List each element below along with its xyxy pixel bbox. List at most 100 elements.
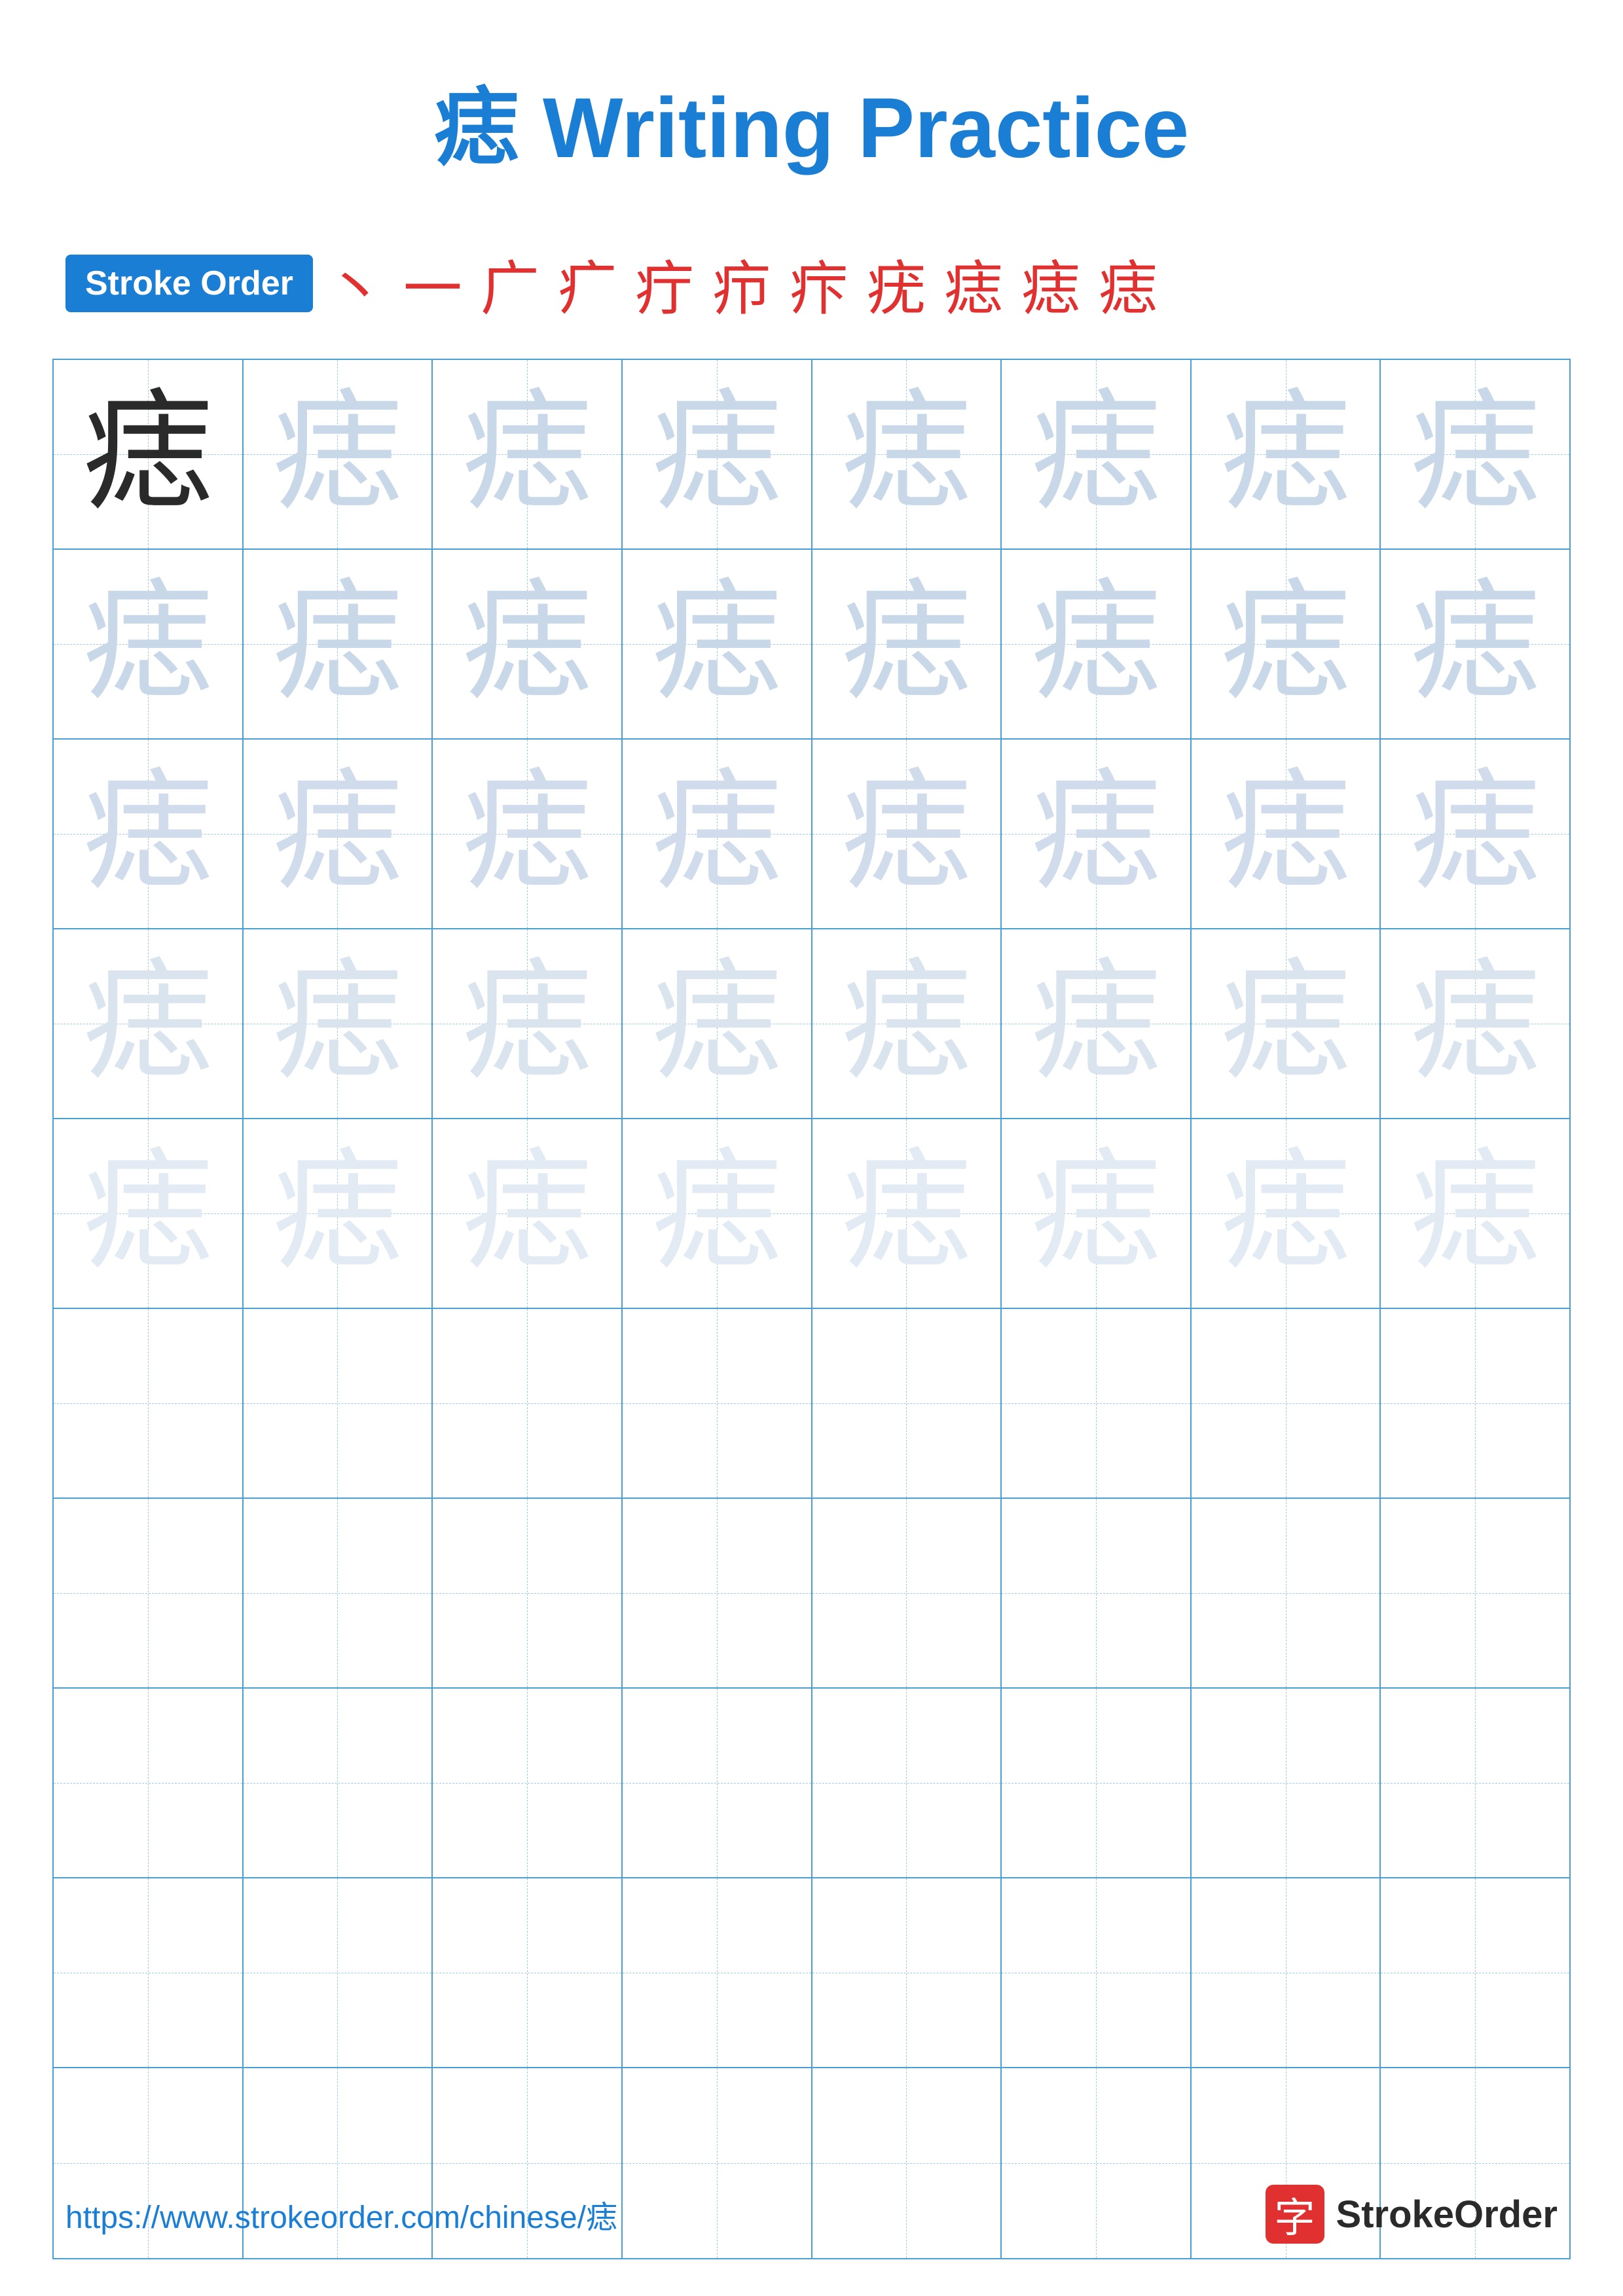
stroke-9: 痣 <box>944 241 1010 326</box>
cell-char: 痣 <box>841 958 972 1089</box>
grid-cell: 痣 <box>812 740 1002 928</box>
cell-char: 痣 <box>462 389 593 520</box>
cell-char: 痣 <box>651 1148 782 1279</box>
grid-row <box>54 1878 1569 2068</box>
grid-cell <box>623 1689 812 1877</box>
cell-char: 痣 <box>272 389 403 520</box>
grid-row <box>54 1499 1569 1689</box>
grid-cell: 痣 <box>433 550 623 738</box>
grid-row: 痣 痣 痣 痣 痣 痣 痣 痣 <box>54 360 1569 550</box>
cell-char: 痣 <box>1030 579 1161 709</box>
cell-char: 痣 <box>1030 958 1161 1089</box>
grid-row: 痣 痣 痣 痣 痣 痣 痣 痣 <box>54 1119 1569 1309</box>
grid-cell: 痣 <box>244 1119 433 1308</box>
grid-cell: 痣 <box>433 1119 623 1308</box>
grid-cell <box>433 1309 623 1498</box>
grid-cell: 痣 <box>623 929 812 1118</box>
cell-char: 痣 <box>82 1148 213 1279</box>
cell-char: 痣 <box>272 768 403 899</box>
grid-cell: 痣 <box>1192 929 1381 1118</box>
grid-cell <box>1381 1689 1569 1877</box>
grid-cell: 痣 <box>1381 360 1569 548</box>
grid-cell: 痣 <box>1002 929 1192 1118</box>
cell-char: 痣 <box>1410 958 1541 1089</box>
stroke-8: 疣 <box>867 241 932 326</box>
grid-cell: 痣 <box>623 740 812 928</box>
stroke-order-chars: 丶 一 广 疒 疔 疖 疜 疣 痣 痣 痣 <box>326 241 1164 326</box>
header-chinese-char: 痣 <box>434 80 519 175</box>
grid-cell <box>244 1878 433 2067</box>
grid-row: 痣 痣 痣 痣 痣 痣 痣 痣 <box>54 550 1569 740</box>
grid-cell: 痣 <box>1192 550 1381 738</box>
stroke-4: 疒 <box>558 241 623 326</box>
grid-cell <box>433 1878 623 2067</box>
cell-char: 痣 <box>1410 1148 1541 1279</box>
cell-char: 痣 <box>462 579 593 709</box>
grid-row: 痣 痣 痣 痣 痣 痣 痣 痣 <box>54 740 1569 929</box>
cell-char: 痣 <box>841 579 972 709</box>
footer: https://www.strokeorder.com/chinese/痣 字 … <box>0 2185 1623 2244</box>
cell-char: 痣 <box>651 958 782 1089</box>
cell-char: 痣 <box>272 958 403 1089</box>
grid-cell <box>812 1689 1002 1877</box>
stroke-3: 广 <box>481 241 546 326</box>
cell-char: 痣 <box>1410 579 1541 709</box>
grid-cell <box>1002 1689 1192 1877</box>
grid-cell <box>623 1499 812 1687</box>
grid-cell: 痣 <box>433 360 623 548</box>
cell-char: 痣 <box>841 768 972 899</box>
grid-cell <box>1002 1878 1192 2067</box>
grid-cell: 痣 <box>1192 360 1381 548</box>
grid-cell: 痣 <box>812 360 1002 548</box>
grid-cell: 痣 <box>1002 1119 1192 1308</box>
cell-char: 痣 <box>841 389 972 520</box>
footer-url: https://www.strokeorder.com/chinese/痣 <box>65 2191 617 2237</box>
grid-cell: 痣 <box>623 1119 812 1308</box>
grid-cell: 痣 <box>1381 740 1569 928</box>
grid-cell <box>623 1309 812 1498</box>
grid-cell <box>623 1878 812 2067</box>
grid-cell <box>812 1878 1002 2067</box>
grid-cell <box>54 1499 244 1687</box>
cell-char: 痣 <box>1220 579 1351 709</box>
grid-cell: 痣 <box>54 929 244 1118</box>
grid-row <box>54 1309 1569 1499</box>
grid-cell <box>1381 1309 1569 1498</box>
stroke-1: 丶 <box>326 241 392 326</box>
cell-char: 痣 <box>651 768 782 899</box>
grid-cell: 痣 <box>812 550 1002 738</box>
cell-char: 痣 <box>651 579 782 709</box>
grid-cell <box>1381 1499 1569 1687</box>
stroke-2: 一 <box>403 241 469 326</box>
grid-cell: 痣 <box>1002 740 1192 928</box>
grid-cell: 痣 <box>54 1119 244 1308</box>
grid-cell: 痣 <box>1002 360 1192 548</box>
cell-char: 痣 <box>462 958 593 1089</box>
grid-cell: 痣 <box>623 550 812 738</box>
cell-char: 痣 <box>82 768 213 899</box>
grid-cell <box>54 1689 244 1877</box>
header: 痣 Writing Practice <box>0 0 1623 221</box>
grid-cell <box>1192 1309 1381 1498</box>
cell-char: 痣 <box>462 768 593 899</box>
cell-char: 痣 <box>82 958 213 1089</box>
grid-cell: 痣 <box>1192 740 1381 928</box>
grid-cell: 痣 <box>244 740 433 928</box>
stroke-order-badge: Stroke Order <box>65 255 313 312</box>
header-title-text: Writing Practice <box>519 80 1189 175</box>
cell-char: 痣 <box>1410 768 1541 899</box>
grid-cell: 痣 <box>1192 1119 1381 1308</box>
cell-char: 痣 <box>1220 958 1351 1089</box>
cell-char: 痣 <box>1030 1148 1161 1279</box>
cell-char: 痣 <box>651 389 782 520</box>
grid-cell <box>1192 1878 1381 2067</box>
grid-cell <box>433 1689 623 1877</box>
writing-grid: 痣 痣 痣 痣 痣 痣 痣 痣 痣 痣 痣 痣 痣 痣 痣 痣 痣 痣 痣 痣 … <box>52 359 1571 2259</box>
cell-char: 痣 <box>1220 1148 1351 1279</box>
cell-char: 痣 <box>82 389 213 520</box>
cell-char: 痣 <box>272 579 403 709</box>
cell-char: 痣 <box>1220 389 1351 520</box>
cell-char: 痣 <box>1410 389 1541 520</box>
stroke-11: 痣 <box>1099 241 1164 326</box>
grid-cell <box>244 1499 433 1687</box>
